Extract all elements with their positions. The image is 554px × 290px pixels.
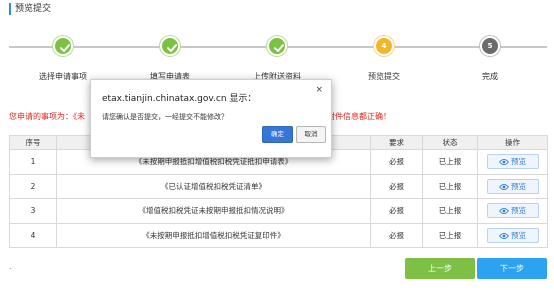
attachment-requirement: 必报 xyxy=(370,198,423,224)
attachment-status: 已上报 xyxy=(422,222,478,248)
preview-label: 预览 xyxy=(511,230,526,240)
preview-label: 预览 xyxy=(511,206,526,216)
attachment-status: 已上报 xyxy=(422,173,478,199)
page-title: 预览提交 xyxy=(9,3,51,15)
col-header-requirement: 要求 xyxy=(370,135,423,150)
step-5-indicator: 5 xyxy=(480,36,500,56)
confirm-dialog: etax.tianjin.chinatax.gov.cn 显示： × 请您确认是… xyxy=(90,79,332,158)
attachment-status: 已上报 xyxy=(422,198,478,224)
step-4-label: 预览提交 xyxy=(368,72,400,81)
table-row: 4 《未按期申报抵扣增值税扣税凭证复印件》 必报 已上报 预览 xyxy=(9,222,548,248)
eye-icon xyxy=(499,208,509,215)
col-header-no: 序号 xyxy=(9,135,57,150)
footer-dot: . xyxy=(9,262,12,271)
step-1-indicator xyxy=(53,36,73,56)
eye-icon xyxy=(499,159,509,166)
cancel-button[interactable]: 取消 xyxy=(296,126,326,143)
row-number: 1 xyxy=(9,149,57,175)
row-number: 4 xyxy=(9,222,57,248)
check-icon xyxy=(167,44,177,52)
check-icon xyxy=(60,44,70,52)
row-number: 2 xyxy=(9,173,57,199)
step-3-indicator xyxy=(267,36,287,56)
table-row: 2 《已认证增值税扣税凭证清单》 必报 已上报 预览 xyxy=(9,173,548,199)
attachment-status: 已上报 xyxy=(422,149,478,175)
step-4-number: 4 xyxy=(381,42,387,50)
previous-step-button[interactable]: 上一步 xyxy=(405,258,475,279)
eye-icon xyxy=(499,183,509,190)
dialog-title: etax.tianjin.chinatax.gov.cn 显示： xyxy=(102,94,257,104)
attachment-name: 《未按期申报抵扣增值税扣税凭证复印件》 xyxy=(56,222,371,248)
step-2-indicator xyxy=(160,36,180,56)
step-4-indicator: 4 xyxy=(374,36,394,56)
preview-button[interactable]: 预览 xyxy=(486,203,539,219)
preview-label: 预览 xyxy=(511,157,526,167)
attachment-requirement: 必报 xyxy=(370,222,423,248)
dialog-message: 请您确认是否提交，一经提交不能修改？ xyxy=(102,113,228,121)
confirm-button[interactable]: 确定 xyxy=(262,126,293,143)
close-icon[interactable]: × xyxy=(315,86,323,95)
check-icon xyxy=(274,44,284,52)
next-step-button[interactable]: 下一步 xyxy=(477,258,547,279)
step-5-label: 完成 xyxy=(482,72,498,81)
notice-text-start: 您申请的事项为：《未 xyxy=(9,112,85,121)
step-5-number: 5 xyxy=(487,42,493,50)
attachment-requirement: 必报 xyxy=(370,173,423,199)
attachment-name: 《已认证增值税扣税凭证清单》 xyxy=(56,173,371,199)
preview-button[interactable]: 预览 xyxy=(486,227,539,243)
col-header-status: 状态 xyxy=(422,135,478,150)
table-row: 3 《增值税扣税凭证未按期申报抵扣情况说明》 必报 已上报 预览 xyxy=(9,198,548,224)
attachment-requirement: 必报 xyxy=(370,149,423,175)
preview-label: 预览 xyxy=(511,181,526,191)
col-header-action: 操作 xyxy=(477,135,548,150)
attachment-name: 《增值税扣税凭证未按期申报抵扣情况说明》 xyxy=(56,198,371,224)
eye-icon xyxy=(499,232,509,239)
row-number: 3 xyxy=(9,198,57,224)
preview-button[interactable]: 预览 xyxy=(486,154,539,170)
preview-button[interactable]: 预览 xyxy=(486,178,539,194)
step-connector-todo xyxy=(404,46,547,48)
